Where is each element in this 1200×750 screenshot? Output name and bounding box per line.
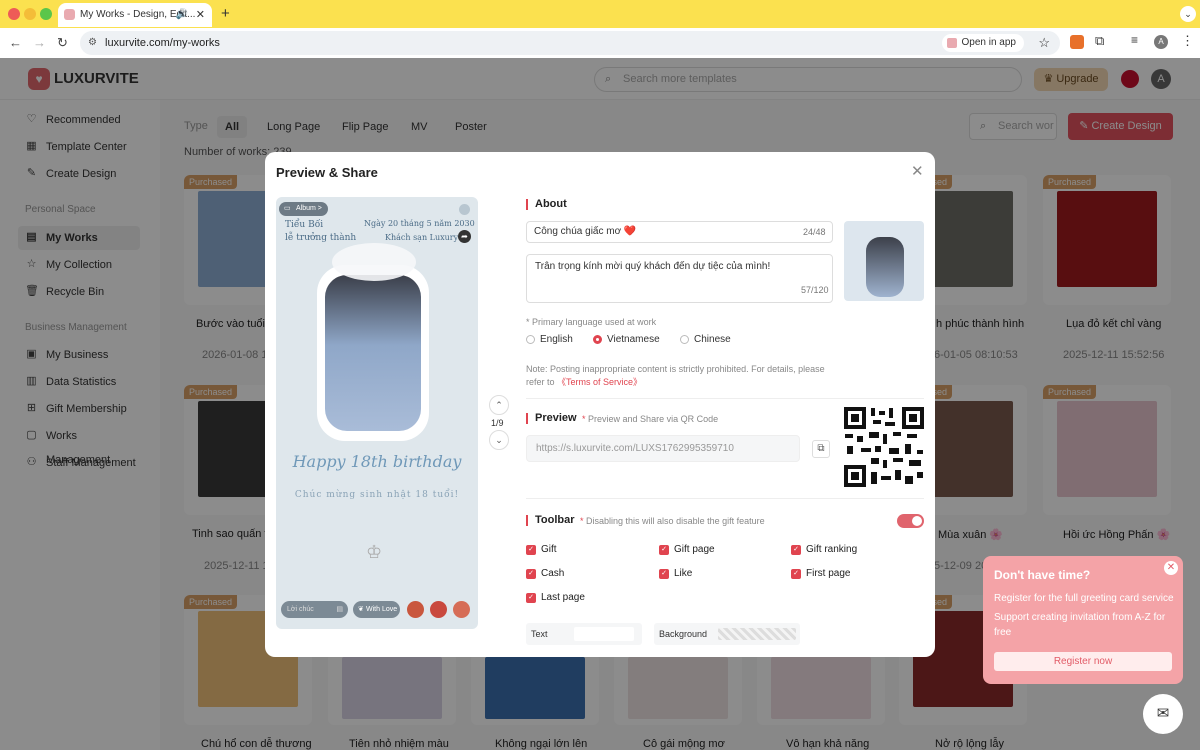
browser-menu-icon[interactable]: ⋮ xyxy=(1181,33,1194,49)
background-color-swatch[interactable] xyxy=(718,628,796,640)
checkbox-last-page[interactable]: ✓ Last page xyxy=(526,592,585,604)
divider xyxy=(526,498,924,499)
chevron-down-icon[interactable]: ⌄ xyxy=(1180,6,1196,22)
site-info-icon[interactable]: ⚙ xyxy=(88,31,97,55)
forward-icon[interactable]: → xyxy=(33,34,46,52)
checkbox-gift-ranking[interactable]: ✓ Gift ranking xyxy=(791,544,857,556)
promo-line-1: Register for the full greeting card serv… xyxy=(994,593,1174,604)
share-icon[interactable]: ➦ xyxy=(458,230,471,243)
photo-frame xyxy=(317,265,429,441)
reload-icon[interactable]: ↻ xyxy=(57,34,68,52)
crown-icon: ♔ xyxy=(366,542,383,562)
portrait-photo xyxy=(325,275,421,431)
back-icon[interactable]: ← xyxy=(9,34,22,52)
comment-icon: ▤ xyxy=(336,606,343,613)
title-char-count: 24/48 xyxy=(803,227,826,237)
page-down-icon[interactable]: ⌄ xyxy=(489,430,509,450)
promo-panel: ✕ Don't have time? Register for the full… xyxy=(983,556,1183,684)
checkbox-like[interactable]: ✓ Like xyxy=(659,568,692,580)
bookmark-star-icon[interactable]: ☆ xyxy=(1038,31,1050,55)
minimize-window-icon[interactable] xyxy=(24,8,36,20)
description-textarea[interactable]: Trân trọng kính mời quý khách đến dự tiệ… xyxy=(526,254,833,303)
extension-fox-icon[interactable] xyxy=(1070,35,1084,49)
promo-title: Don't have time? xyxy=(994,568,1091,582)
checkbox-cash[interactable]: ✓ Cash xyxy=(526,568,564,580)
radio-chinese[interactable]: Chinese xyxy=(680,334,731,346)
browser-toolbar: ← → ↻ ⚙ luxurvite.com/my-works Open in a… xyxy=(0,28,1200,58)
profile-avatar[interactable]: A xyxy=(1154,35,1168,49)
album-button[interactable]: ▭ Album > xyxy=(279,202,328,216)
red-envelope-icon[interactable] xyxy=(430,601,447,618)
title-input[interactable]: Công chúa giấc mơ ❤️ xyxy=(526,221,833,243)
new-tab-icon[interactable]: + xyxy=(221,5,230,22)
divider xyxy=(526,398,924,399)
maximize-window-icon[interactable] xyxy=(40,8,52,20)
radio-vietnamese[interactable]: Vietnamese xyxy=(593,334,660,346)
browser-chrome: My Works - Design, Edit... 🔊 ✕ + ⌄ ← → ↻… xyxy=(0,0,1200,58)
comment-input[interactable]: Lời chúc ▤ xyxy=(281,601,348,618)
preview-heading: Preview xyxy=(526,413,577,424)
page-up-icon[interactable]: ⌃ xyxy=(489,395,509,415)
url-text: luxurvite.com/my-works xyxy=(105,37,220,49)
tab-close-icon[interactable]: ✕ xyxy=(196,3,205,27)
phone-preview: ▭ Album > Tiểu Bối lễ trưởng thành Ngày 2… xyxy=(276,197,478,629)
description-char-count: 57/120 xyxy=(801,285,829,295)
toggle-knob xyxy=(912,516,922,526)
event-venue: Khách sạn Luxury xyxy=(385,233,459,242)
subline-text: Chúc mừng sinh nhật 18 tuổi! xyxy=(294,490,460,500)
extensions-puzzle-icon[interactable]: ⧉ xyxy=(1095,33,1104,49)
preview-share-modal: Preview & Share ✕ ▭ Album > Tiểu Bối lễ t… xyxy=(265,152,935,657)
gift-icon[interactable] xyxy=(407,601,424,618)
copy-icon[interactable]: ⧉ xyxy=(812,440,830,458)
promo-close-icon[interactable]: ✕ xyxy=(1164,561,1178,575)
qr-code xyxy=(843,406,925,488)
speaker-icon[interactable]: 🔊 xyxy=(176,3,188,27)
headline-text: Happy 18th birthday xyxy=(292,452,462,471)
toolbar-hint: * Disabling this will also disable the g… xyxy=(580,516,765,526)
cover-thumbnail[interactable] xyxy=(844,221,924,301)
modal-title: Preview & Share xyxy=(276,165,378,180)
checkbox-first-page[interactable]: ✓ First page xyxy=(791,568,850,580)
preview-hint: * Preview and Share via QR Code xyxy=(582,414,719,424)
celebrant-name: Tiểu Bối lễ trưởng thành xyxy=(285,220,357,243)
content-note: Note: Posting inappropriate content is s… xyxy=(526,364,825,387)
checkbox-gift[interactable]: ✓ Gift xyxy=(526,544,557,556)
background-color-field[interactable]: Background xyxy=(654,623,800,645)
like-icon[interactable] xyxy=(453,601,470,618)
address-bar[interactable]: ⚙ luxurvite.com/my-works Open in app ☆ xyxy=(80,31,1060,55)
mail-icon[interactable]: ✉ xyxy=(1143,694,1183,734)
toolbar-heading: Toolbar xyxy=(526,515,575,526)
open-in-app-button[interactable]: Open in app xyxy=(941,34,1024,52)
checkbox-gift-page[interactable]: ✓ Gift page xyxy=(659,544,715,556)
page-indicator: 1/9 xyxy=(491,418,504,428)
text-color-swatch[interactable] xyxy=(574,627,634,641)
favicon-icon xyxy=(64,9,75,20)
browser-tab[interactable]: My Works - Design, Edit... 🔊 ✕ xyxy=(58,3,212,27)
with-love-button[interactable]: ❦ With Love xyxy=(353,601,400,618)
share-link-input[interactable]: https://s.luxurvite.com/LUXS176299535971… xyxy=(526,435,800,462)
toolbar-toggle[interactable] xyxy=(897,514,924,528)
about-heading: About xyxy=(526,199,567,210)
promo-line-2: Support creating invitation from A-Z for… xyxy=(994,612,1166,638)
radio-english[interactable]: English xyxy=(526,334,573,346)
love-icon: ❦ xyxy=(358,606,364,613)
music-icon[interactable] xyxy=(459,204,470,215)
text-color-field[interactable]: Text xyxy=(526,623,642,645)
language-label: * Primary language used at work xyxy=(526,317,657,327)
register-now-button[interactable]: Register now xyxy=(994,652,1172,671)
album-icon: ▭ xyxy=(284,205,291,212)
close-icon[interactable]: ✕ xyxy=(911,164,924,179)
close-window-icon[interactable] xyxy=(8,8,20,20)
bow-decoration xyxy=(332,243,416,281)
event-date: Ngày 20 tháng 5 năm 2030 xyxy=(364,219,475,228)
cover-photo xyxy=(866,237,904,297)
media-control-icon[interactable]: ≡ xyxy=(1131,33,1138,47)
terms-link[interactable]: 《Terms of Service》 xyxy=(557,377,642,387)
